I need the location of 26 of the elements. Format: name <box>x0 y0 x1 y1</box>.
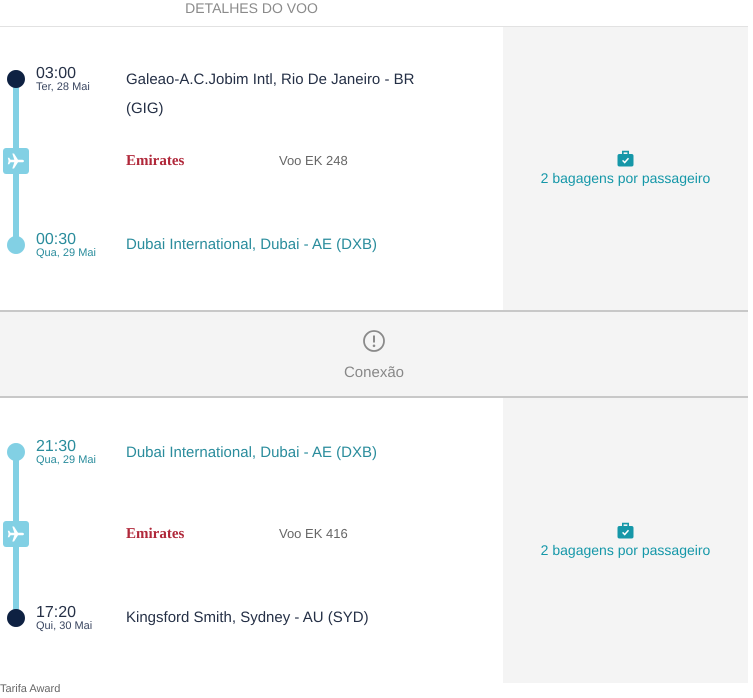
arrival-time: 17:20 <box>36 604 78 621</box>
airplane-icon <box>3 521 29 547</box>
fare-type: Tarifa Award <box>0 683 60 696</box>
arrival-date: Qua, 29 Mai <box>36 248 97 259</box>
connection-label: Conexão <box>344 364 404 382</box>
briefcase-check-icon <box>617 150 634 167</box>
airport-name: Dubai International, Dubai - AE (DXB) <box>126 443 378 463</box>
section-title: DETALHES DO VOO <box>185 0 318 18</box>
flight-number: Voo EK 248 <box>279 152 348 170</box>
airport-name: Kingsford Smith, Sydney - AU (SYD) <box>126 608 370 628</box>
briefcase-check-icon <box>617 522 634 539</box>
airline-name: Emirates <box>126 525 184 544</box>
baggage-allowance: 2 bagagens por passageiro <box>540 541 710 559</box>
departure-time: 03:00 <box>36 65 78 82</box>
airport-name: Dubai International, Dubai - AE (DXB) <box>126 235 378 255</box>
arrival-time: 00:30 <box>36 231 78 248</box>
baggage-allowance: 2 bagagens por passageiro <box>540 169 710 187</box>
exclamation-circle-icon <box>363 330 385 352</box>
departure-time: 21:30 <box>36 438 78 455</box>
flight-number: Voo EK 416 <box>279 525 348 543</box>
departure-date: Qua, 29 Mai <box>36 455 97 466</box>
airplane-icon <box>3 148 29 174</box>
airport-name: Galeao-A.C.Jobim Intl, Rio De Janeiro - BR (GIG) <box>126 70 416 119</box>
airline-name: Emirates <box>126 152 184 171</box>
arrival-date: Qui, 30 Mai <box>36 621 94 632</box>
departure-date: Ter, 28 Mai <box>36 82 91 93</box>
